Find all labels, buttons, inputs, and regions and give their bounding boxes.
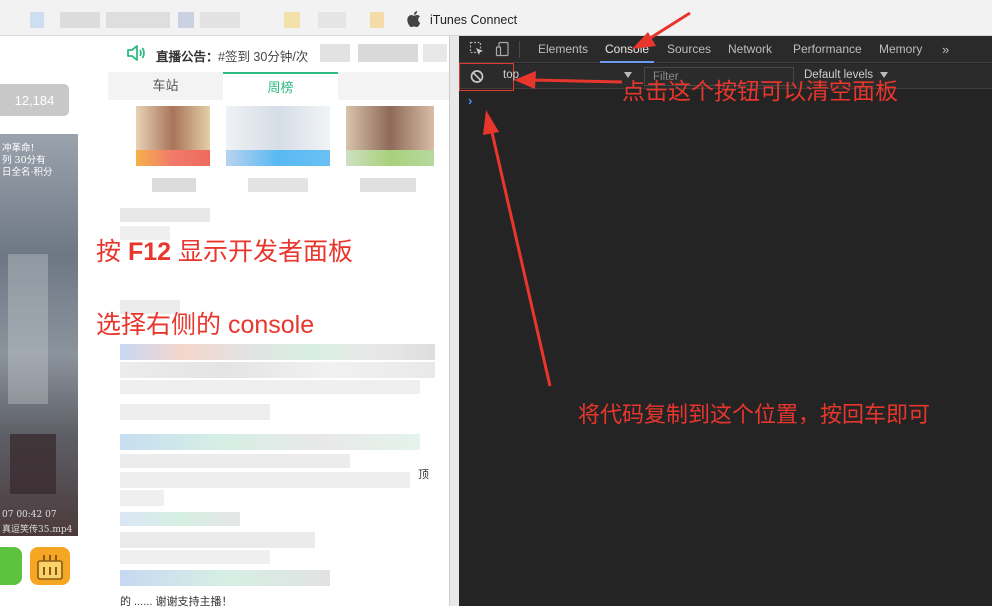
rank-badge <box>226 150 330 166</box>
announcement-label: 直播公告： <box>156 50 219 64</box>
console-prompt[interactable]: › <box>468 93 472 108</box>
blurred-text <box>423 44 447 62</box>
blurred-bookmark[interactable] <box>318 12 346 28</box>
annotation-text: 显示开发者面板 <box>171 238 353 266</box>
context-selector[interactable]: top <box>503 69 519 81</box>
annotation-key: F12 <box>127 238 172 266</box>
more-tabs-button[interactable]: » <box>942 36 949 63</box>
blurred-bookmark[interactable] <box>200 12 240 28</box>
announcement-text: #签到 30分钟/次 <box>218 50 309 64</box>
video-figure <box>8 254 48 404</box>
devtools-panel: Elements Console Sources Network Perform… <box>459 36 992 606</box>
annotation-clear-hint: 点击这个按钮可以清空面板 <box>622 78 898 104</box>
video-filename: 真逗笑传35.mp4 <box>2 525 73 535</box>
annotation-press-f12: 按 F12 显示开发者面板 <box>96 232 353 268</box>
blurred-row <box>120 570 330 586</box>
tab-station[interactable]: 车站 <box>108 72 223 100</box>
blurred-row <box>120 512 240 526</box>
blurred-row <box>120 362 435 378</box>
video-figure <box>10 434 56 494</box>
blurred-text <box>320 44 350 62</box>
viewer-counter: 12,184 <box>0 84 69 116</box>
device-toolbar-icon[interactable] <box>495 41 511 57</box>
tab-elements[interactable]: Elements <box>538 36 588 63</box>
blurred-username <box>248 178 308 192</box>
blurred-row <box>120 208 210 222</box>
blurred-bookmark[interactable] <box>60 12 100 28</box>
blurred-row <box>120 532 315 548</box>
avatar[interactable] <box>346 106 434 150</box>
blurred-username <box>152 178 196 192</box>
tab-performance[interactable]: Performance <box>793 36 862 63</box>
annotation-word: console <box>227 311 315 339</box>
gift-icon <box>37 555 63 580</box>
page-scrollbar[interactable] <box>449 36 459 606</box>
annotation-paste-hint: 将代码复制到这个位置，按回车即可 <box>578 402 931 427</box>
tab-weekly[interactable]: 周榜 <box>223 72 338 100</box>
announcement-bar: 直播公告： #签到 30分钟/次 <box>108 36 449 70</box>
annotation-text: 按 <box>96 238 128 266</box>
rank-tabs: 车站 周榜 <box>108 72 449 100</box>
blurred-row <box>120 380 420 394</box>
rank-badge <box>136 150 210 166</box>
blurred-bookmark[interactable] <box>178 12 194 28</box>
blurred-bookmark[interactable] <box>30 12 44 28</box>
blurred-row <box>120 344 435 360</box>
blurred-row <box>120 550 270 564</box>
blurred-row <box>120 454 350 468</box>
rank-badge <box>346 150 434 166</box>
toolbar-divider <box>519 41 520 58</box>
blurred-row <box>120 490 164 506</box>
blurred-row <box>120 472 410 488</box>
avatar[interactable] <box>226 106 330 150</box>
green-app-icon[interactable] <box>0 547 22 585</box>
video-caption: 日全名·积分 <box>2 167 53 178</box>
bookmark-itunes-connect[interactable]: iTunes Connect <box>430 13 517 27</box>
tab-network[interactable]: Network <box>728 36 772 63</box>
left-sidebar: 12,184 冲革命! 列 30分有 日全名·积分 07 00:42 07 真逗… <box>0 36 108 606</box>
inspect-element-icon[interactable] <box>469 41 485 57</box>
apple-icon <box>407 11 421 27</box>
gift-app-icon[interactable] <box>30 547 70 585</box>
blurred-text <box>358 44 418 62</box>
annotation-select-console: 选择右侧的 console <box>96 305 314 341</box>
video-timestamp: 07 00:42 07 <box>2 510 57 520</box>
blurred-bookmark[interactable] <box>284 12 300 28</box>
tab-console[interactable]: Console <box>600 36 655 63</box>
video-thumbnail[interactable]: 冲革命! 列 30分有 日全名·积分 07 00:42 07 真逗笑传35.mp… <box>0 134 78 536</box>
chat-line: 的 ...... 谢谢支持主播！ <box>120 596 233 608</box>
blurred-bookmark[interactable] <box>370 12 384 28</box>
top-marker: 顶 <box>418 469 429 481</box>
blurred-username <box>360 178 416 192</box>
blurred-bookmark[interactable] <box>106 12 170 28</box>
tab-memory[interactable]: Memory <box>879 36 922 63</box>
annotation-text: 选择右侧的 <box>96 311 228 339</box>
blurred-row <box>120 404 270 420</box>
tab-sources[interactable]: Sources <box>667 36 711 63</box>
devtools-tabbar: Elements Console Sources Network Perform… <box>459 36 992 63</box>
speaker-icon <box>127 45 145 61</box>
browser-bookmarks-bar: iTunes Connect <box>0 0 992 36</box>
blurred-row <box>120 434 420 450</box>
